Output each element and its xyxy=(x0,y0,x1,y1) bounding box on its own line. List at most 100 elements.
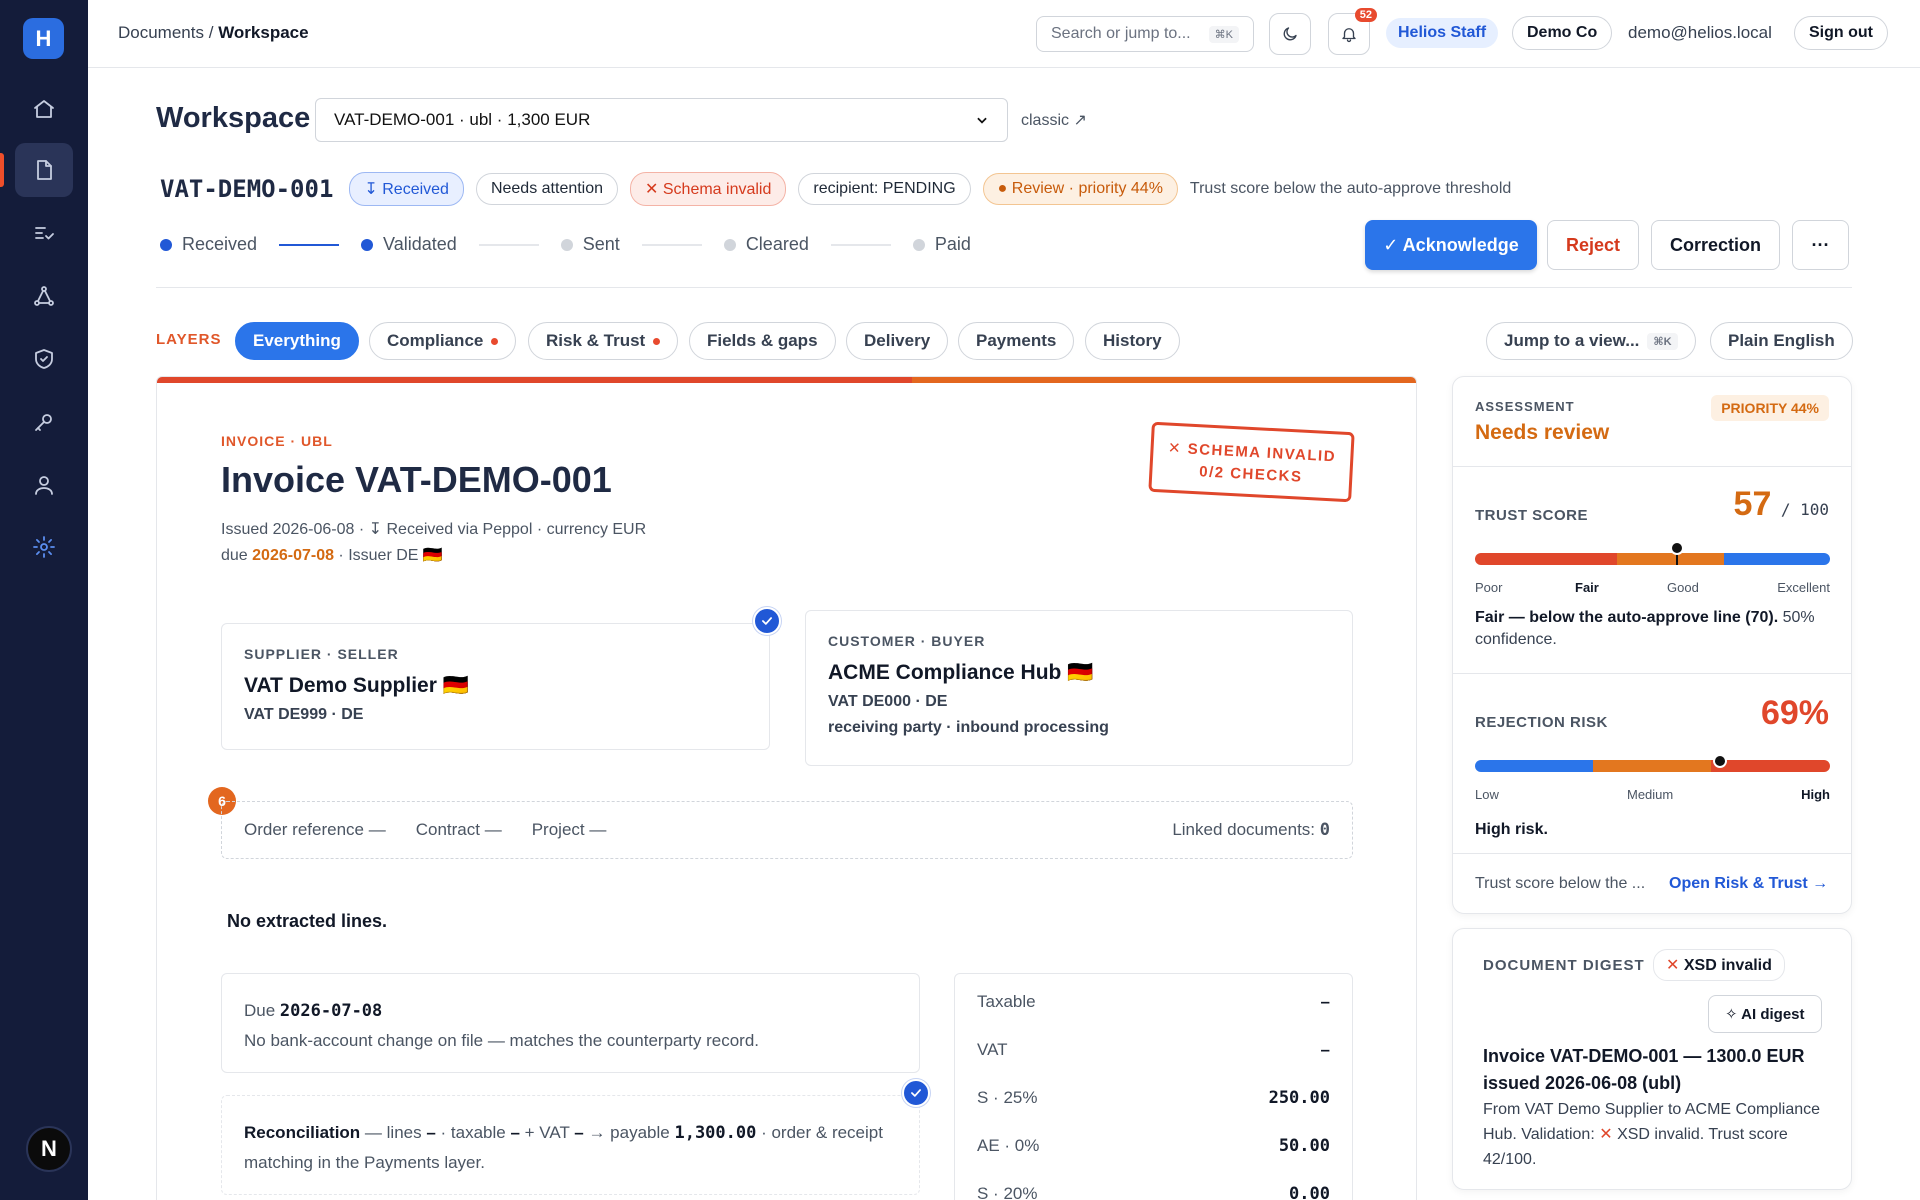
nav-documents[interactable] xyxy=(0,143,73,197)
breadcrumb-current: Workspace xyxy=(218,23,309,42)
priority-badge: PRIORITY 44% xyxy=(1711,395,1829,421)
plain-english-label: Plain English xyxy=(1728,331,1835,350)
assessment-status: Needs review xyxy=(1475,421,1610,444)
tab-label: Fields & gaps xyxy=(707,331,818,350)
tab-label: Risk & Trust xyxy=(546,331,646,350)
breadcrumb: Documents / Workspace xyxy=(118,23,309,43)
page-title: Workspace xyxy=(156,102,311,134)
stage-paid: Paid xyxy=(912,234,971,255)
trust-gauge xyxy=(1475,553,1830,565)
jump-shortcut: ⌘K xyxy=(1647,332,1678,350)
assessment-header: ASSESSMENT Needs review PRIORITY 44% xyxy=(1453,377,1851,467)
app-logo[interactable]: H xyxy=(23,18,64,59)
open-risk-trust-link[interactable]: Open Risk & Trust → xyxy=(1669,875,1828,893)
stage-connector xyxy=(478,243,539,246)
nav-keys[interactable] xyxy=(15,395,73,449)
lifecycle-stepper: Received Validated Sent Cleared Paid xyxy=(160,234,971,255)
totals-row: VAT – xyxy=(977,1026,1330,1074)
due-box-note: No bank-account change on file — matches… xyxy=(244,1031,760,1050)
staff-badge: Helios Staff xyxy=(1386,18,1499,48)
breadcrumb-parent[interactable]: Documents xyxy=(118,23,204,42)
correction-button[interactable]: Correction xyxy=(1651,220,1780,270)
user-email: demo@helios.local xyxy=(1628,23,1772,42)
scale-label: High xyxy=(1801,787,1830,802)
check-icon xyxy=(762,617,772,625)
search-placeholder: Search or jump to... xyxy=(1051,25,1191,42)
more-actions-button[interactable]: ··· xyxy=(1792,220,1849,270)
nav-compliance[interactable] xyxy=(15,332,73,386)
nav-network[interactable] xyxy=(15,269,73,323)
status-bar-segment xyxy=(157,377,913,383)
supplier-label: SUPPLIER · SELLER xyxy=(244,646,399,662)
nav-home[interactable] xyxy=(15,82,73,136)
due-prefix: due xyxy=(221,547,253,564)
invoice-type-label: INVOICE · UBL xyxy=(221,433,333,449)
status-chip-schema-invalid: ✕ Schema invalid xyxy=(630,172,787,206)
document-icon xyxy=(37,160,52,180)
due-box: Due 2026-07-08 No bank-account change on… xyxy=(221,973,920,1073)
classic-view-link[interactable]: classic ↗ xyxy=(1021,110,1087,130)
search-input[interactable]: Search or jump to... ⌘K xyxy=(1036,16,1254,52)
acknowledge-button[interactable]: ✓ Acknowledge xyxy=(1365,220,1537,270)
customer-note: receiving party · inbound processing xyxy=(828,719,1109,736)
totals-row: Taxable – xyxy=(977,978,1330,1026)
stage-label: Sent xyxy=(582,234,620,254)
tab-everything[interactable]: Everything xyxy=(235,322,359,360)
tab-compliance[interactable]: Compliance xyxy=(369,322,517,360)
reconciliation-part: · taxable xyxy=(435,1123,511,1142)
nav-users[interactable] xyxy=(15,458,73,512)
gauge-segment xyxy=(1475,553,1617,565)
totals-value: 50.00 xyxy=(1278,1136,1330,1156)
document-select[interactable]: VAT-DEMO-001 · ubl · 1,300 EUR xyxy=(315,98,1008,142)
alert-dot xyxy=(653,337,661,345)
totals-value: – xyxy=(1320,1040,1330,1059)
project-reference: Project — xyxy=(531,820,607,839)
plain-english-button[interactable]: Plain English xyxy=(1710,322,1853,360)
document-select-value: VAT-DEMO-001 · ubl · 1,300 EUR xyxy=(334,110,591,129)
jump-to-view-button[interactable]: Jump to a view... ⌘K xyxy=(1486,322,1696,360)
totals-row: S · 25% 250.00 xyxy=(977,1074,1330,1122)
xsd-status-text: XSD invalid xyxy=(1683,957,1772,974)
totals-value: 250.00 xyxy=(1268,1088,1330,1108)
nav-tasks[interactable] xyxy=(15,206,73,260)
rejection-risk-value: 69% xyxy=(1760,694,1829,732)
rejection-risk-label: REJECTION RISK xyxy=(1475,714,1608,731)
supplier-card[interactable]: SUPPLIER · SELLER VAT Demo Supplier 🇩🇪 V… xyxy=(221,623,770,750)
scale-label: Poor xyxy=(1475,580,1503,595)
notifications-button[interactable]: 52 xyxy=(1328,8,1377,55)
org-switcher[interactable]: Demo Co xyxy=(1512,16,1613,50)
tab-label: Everything xyxy=(253,331,341,350)
reconciliation-lines: – xyxy=(426,1123,436,1142)
stage-dot xyxy=(560,238,573,251)
user-icon xyxy=(35,476,53,495)
customer-card[interactable]: CUSTOMER · BUYER ACME Compliance Hub 🇩🇪 … xyxy=(805,610,1353,766)
tab-history[interactable]: History xyxy=(1085,322,1180,360)
digest-body: From VAT Demo Supplier to ACME Complianc… xyxy=(1483,1097,1828,1172)
rejection-risk-section: REJECTION RISK 69% Low Medium High High … xyxy=(1453,674,1851,854)
tab-fields-gaps[interactable]: Fields & gaps xyxy=(689,322,836,360)
sidebar: H N xyxy=(0,0,88,1200)
nav-settings[interactable] xyxy=(15,520,73,574)
tab-delivery[interactable]: Delivery xyxy=(846,322,949,360)
scale-label: Medium xyxy=(1627,787,1674,802)
gauge-segment xyxy=(1593,760,1712,772)
document-digest-panel: DOCUMENT DIGEST ✕ XSD invalid ✧ AI diges… xyxy=(1452,928,1852,1190)
linked-label: Linked documents: xyxy=(1172,820,1320,839)
user-avatar[interactable]: N xyxy=(26,1126,72,1172)
reconciliation-vat: – xyxy=(574,1123,584,1142)
tab-risk-trust[interactable]: Risk & Trust xyxy=(528,322,679,360)
bell-icon xyxy=(1342,28,1356,43)
stage-validated: Validated xyxy=(361,234,457,255)
theme-toggle-button[interactable] xyxy=(1269,13,1311,55)
reject-button[interactable]: Reject xyxy=(1547,220,1639,270)
customer-vat: VAT DE000 · DE xyxy=(828,693,948,710)
tab-label: Compliance xyxy=(387,331,484,350)
sign-out-button[interactable]: Sign out xyxy=(1794,16,1888,50)
totals-panel: Taxable – VAT – S · 25% 250.00 AE · 0% 50.00… xyxy=(954,973,1353,1200)
ai-digest-button[interactable]: ✧ AI digest xyxy=(1708,995,1822,1033)
totals-row: S · 20% 0.00 xyxy=(977,1170,1330,1200)
trust-note: Trust score below the auto-approve thres… xyxy=(1189,180,1512,197)
trust-score-number: 57 xyxy=(1733,485,1772,523)
stage-sent: Sent xyxy=(560,234,620,255)
tab-payments[interactable]: Payments xyxy=(958,322,1075,360)
